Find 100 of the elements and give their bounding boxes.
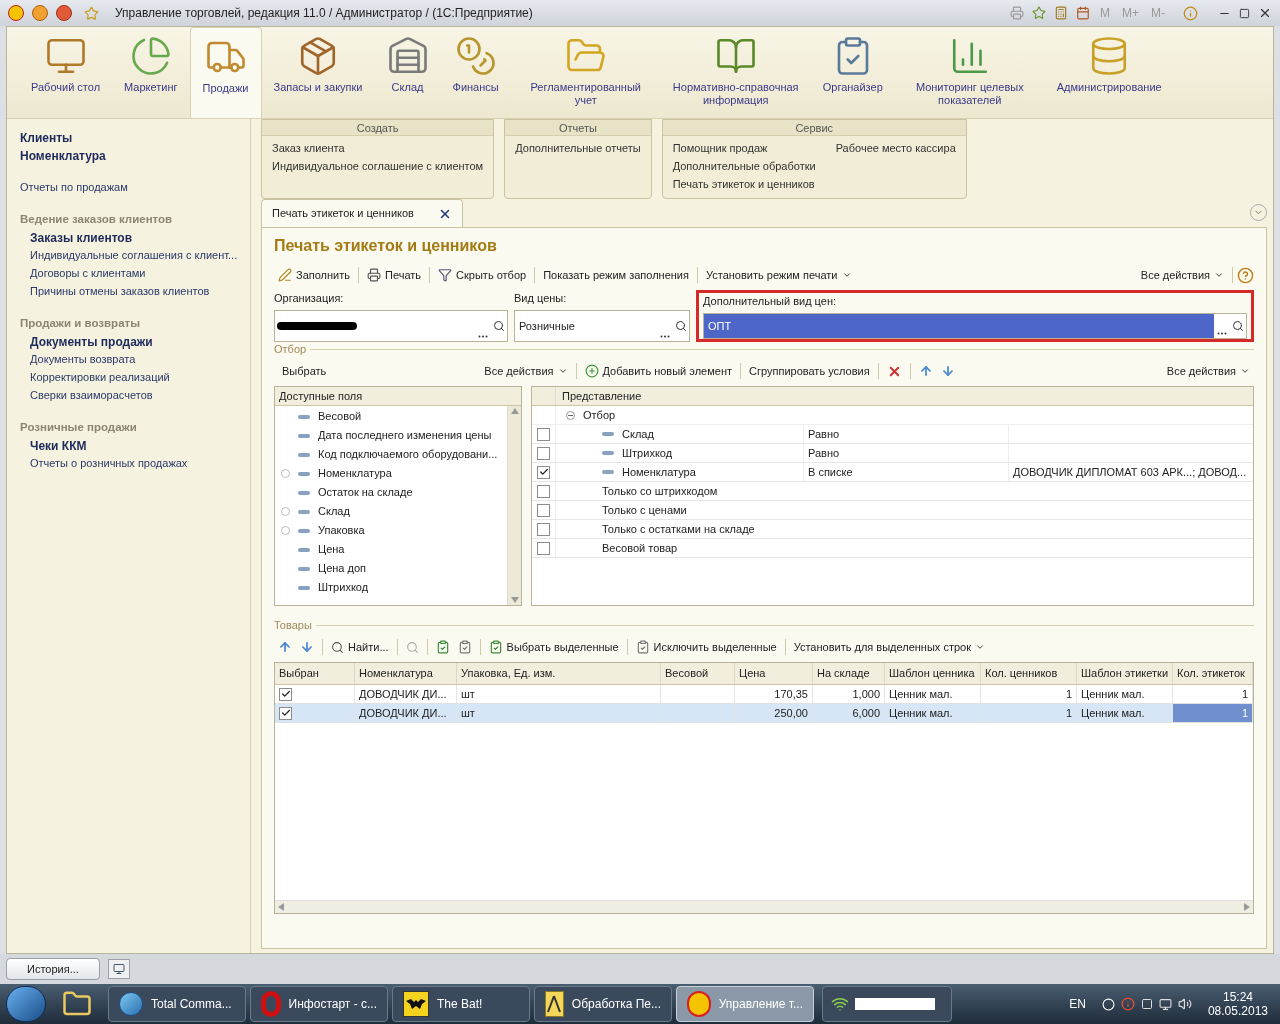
checkbox[interactable] [537, 522, 550, 536]
star-icon[interactable] [84, 5, 99, 21]
command-link[interactable]: Дополнительные отчеты [515, 140, 641, 158]
all-actions-button[interactable]: Все действия [1136, 266, 1228, 284]
windows-icon[interactable] [107, 959, 130, 979]
history-button[interactable]: История... [6, 958, 100, 980]
sidebar-link[interactable]: Документы возврата [20, 351, 250, 369]
sidebar-link[interactable]: Номенклатура [20, 147, 250, 165]
sidebar-link[interactable]: Договоры с клиентами [20, 265, 250, 283]
sidebar-link[interactable]: Заказы клиентов [20, 229, 250, 247]
field-item[interactable]: Остаток на складе [275, 483, 507, 502]
sidebar-link[interactable]: Чеки ККМ [20, 437, 250, 455]
section-tab[interactable]: Продажи [189, 27, 262, 118]
command-link[interactable]: Заказ клиента [272, 140, 484, 158]
sidebar-link[interactable]: Причины отмены заказов клиентов [20, 283, 250, 301]
group-button[interactable]: Сгруппировать условия [745, 362, 874, 380]
taskbar-item[interactable]: The Bat! [392, 986, 530, 1022]
section-tab[interactable]: Регламентированный учет [510, 27, 661, 118]
section-tab[interactable]: Маркетинг [112, 27, 190, 118]
uncheck-all-icon[interactable] [457, 640, 472, 654]
section-tab[interactable]: Мониторинг целевых показателей [894, 27, 1045, 118]
table-row[interactable]: ДОВОДЧИК ДИ... шт 170,35 1,000 Ценник мал. 1 Ценник мал. 1 [275, 685, 1253, 704]
print-icon[interactable] [1010, 6, 1024, 20]
down-arrow-icon[interactable] [300, 640, 314, 654]
field-item[interactable]: Упаковка [275, 521, 507, 540]
scrollbar[interactable] [507, 406, 521, 605]
tray-icons[interactable] [1101, 997, 1192, 1011]
maximize-icon[interactable] [1239, 7, 1250, 19]
section-tab[interactable]: Администрирование [1044, 27, 1174, 118]
toolbar-button[interactable]: Заполнить [274, 266, 354, 284]
toolbar-button[interactable]: Установить режим печати [701, 266, 856, 284]
sidebar-link[interactable]: Отчеты по продажам [20, 179, 250, 197]
language-indicator[interactable]: EN [1069, 995, 1086, 1013]
sidebar-link[interactable]: Клиенты [20, 129, 250, 147]
scrollbar[interactable] [275, 900, 1253, 913]
scroll-up-icon[interactable] [510, 408, 519, 414]
field-item[interactable]: Весовой [275, 407, 507, 426]
toolbar-button[interactable]: Скрыть отбор [434, 266, 531, 284]
checkbox[interactable] [537, 427, 550, 441]
field-item[interactable]: Код подключаемого оборудовани... [275, 445, 507, 464]
form-tab[interactable]: Печать этикеток и ценников [261, 199, 463, 227]
taskbar-item[interactable]: Total Comma... [108, 986, 246, 1022]
taskbar-item[interactable]: Обработка Пе... [534, 986, 672, 1022]
column-header[interactable]: Весовой [661, 663, 735, 684]
section-tab[interactable]: Финансы [440, 27, 511, 118]
toolbar-button[interactable]: Показать режим заполнения [539, 266, 693, 284]
section-tab[interactable]: Органайзер [810, 27, 895, 118]
sidebar-link[interactable]: Сверки взаиморасчетов [20, 387, 250, 405]
section-tab[interactable]: Рабочий стол [19, 27, 113, 118]
info-icon[interactable] [1183, 5, 1198, 21]
all-actions-button[interactable]: Все действия [1162, 362, 1254, 380]
sidebar-link[interactable]: Корректировки реализаций [20, 369, 250, 387]
section-tab[interactable]: Нормативно-справочная информация [660, 27, 811, 118]
column-header[interactable]: Номенклатура [355, 663, 457, 684]
check-all-icon[interactable] [435, 640, 450, 654]
column-header[interactable]: Выбран [275, 663, 355, 684]
field-item[interactable]: Номенклатура [275, 464, 507, 483]
search-off-icon[interactable] [405, 640, 419, 654]
field-item[interactable]: Штрихкод [275, 578, 507, 597]
column-header[interactable]: Упаковка, Ед. изм. [457, 663, 661, 684]
star-icon[interactable] [1032, 6, 1046, 20]
calculator-icon[interactable] [1054, 6, 1068, 20]
sidebar-link[interactable]: Индивидуальные соглашения с клиент... [20, 247, 250, 265]
sidebar-link[interactable]: Отчеты о розничных продажах [20, 455, 250, 473]
taskbar-item[interactable] [822, 986, 952, 1022]
command-link[interactable]: Индивидуальное соглашение с клиентом [272, 158, 484, 176]
calendar-icon[interactable] [1076, 6, 1090, 20]
command-link[interactable]: Печать этикеток и ценников [672, 176, 816, 194]
column-header[interactable]: Шаблон этикетки [1077, 663, 1173, 684]
scroll-left-icon[interactable] [278, 903, 284, 911]
checkbox[interactable] [537, 484, 550, 498]
select-button[interactable]: Выбрать выделенные [484, 638, 623, 656]
section-tab[interactable]: Запасы и закупки [261, 27, 375, 118]
scroll-down-icon[interactable] [510, 597, 519, 603]
start-button[interactable] [6, 986, 46, 1022]
checkbox[interactable] [537, 465, 550, 479]
field-item[interactable]: Цена [275, 540, 507, 559]
help-icon[interactable] [1237, 266, 1254, 284]
column-header[interactable]: Кол. этикеток [1173, 663, 1253, 684]
table-row[interactable]: ДОВОДЧИК ДИ... шт 250,00 6,000 Ценник мал. 1 Ценник мал. 1 [275, 704, 1253, 723]
exclude-button[interactable]: Исключить выделенные [631, 638, 781, 656]
checkbox[interactable] [537, 446, 550, 460]
field-item[interactable]: Дата последнего изменения цены [275, 426, 507, 445]
checkbox[interactable] [279, 706, 292, 720]
all-actions-button[interactable]: Все действия [480, 362, 572, 380]
toolbar-button[interactable]: Печать [363, 266, 426, 284]
command-link[interactable]: Помощник продаж [672, 140, 816, 158]
sidebar-link[interactable]: Документы продажи [20, 333, 250, 351]
scroll-right-icon[interactable] [1244, 903, 1250, 911]
up-arrow-icon[interactable] [278, 640, 292, 654]
column-header[interactable]: Цена [735, 663, 813, 684]
checkbox[interactable] [537, 503, 550, 517]
set-button[interactable]: Установить для выделенных строк [789, 638, 989, 656]
choose-button[interactable]: Выбрать [278, 362, 331, 380]
close-icon[interactable] [1258, 6, 1272, 20]
column-header[interactable]: Кол. ценников [981, 663, 1077, 684]
checkbox[interactable] [537, 541, 550, 555]
checkbox[interactable] [279, 687, 292, 701]
column-header[interactable]: На складе [813, 663, 885, 684]
field-item[interactable]: Склад [275, 502, 507, 521]
